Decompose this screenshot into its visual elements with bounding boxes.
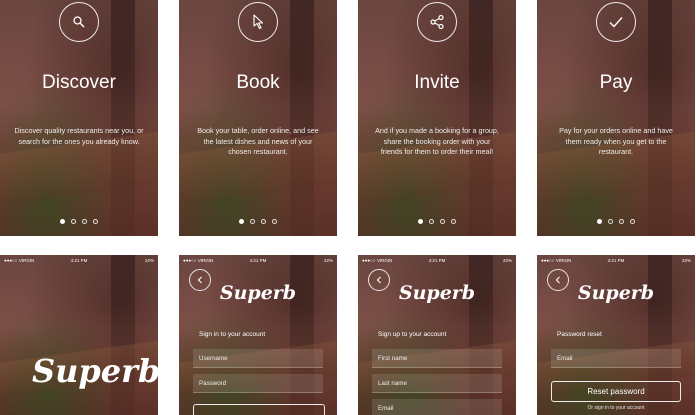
cursor-icon <box>238 2 278 42</box>
page-dot[interactable] <box>429 219 434 224</box>
check-icon <box>596 2 636 42</box>
feature-title: Pay <box>599 72 633 93</box>
username-field[interactable] <box>193 349 323 368</box>
clock-label: 4:21 PM <box>249 258 267 263</box>
signin-screen: ●●●○○ VIRGIN 4:21 PM 22% Superb Sign in … <box>179 255 337 415</box>
app-logo: Superb <box>398 282 476 304</box>
onboarding-pay-screen: Pay Pay for your orders online and have … <box>537 0 695 236</box>
splash-screen: ●●●○○ VIRGIN 4:21 PM 22% Superb <box>0 255 158 415</box>
signup-screen: ●●●○○ VIRGIN 4:21 PM 22% Superb Sign up … <box>358 255 516 415</box>
app-logo: Superb <box>577 282 655 304</box>
feature-description: Discover quality restaurants near you, o… <box>14 126 144 146</box>
status-bar: ●●●○○ VIRGIN 4:21 PM 22% <box>358 255 516 265</box>
page-indicator[interactable] <box>358 219 516 224</box>
sign-in-button[interactable] <box>193 404 325 415</box>
page-dot[interactable] <box>608 219 613 224</box>
page-dot[interactable] <box>451 219 456 224</box>
form-heading: Sign up to your account <box>378 331 447 338</box>
onboarding-book-screen: Book Book your table, order online, and … <box>179 0 337 236</box>
reset-password-button[interactable]: Reset password <box>551 381 681 402</box>
status-bar: ●●●○○ VIRGIN 4:21 PM 22% <box>537 255 695 265</box>
first-name-field[interactable] <box>372 349 502 368</box>
password-reset-screen: ●●●○○ VIRGIN 4:21 PM 22% Superb Password… <box>537 255 695 415</box>
last-name-field[interactable] <box>372 374 502 393</box>
page-dot[interactable] <box>261 219 266 224</box>
clock-label: 4:21 PM <box>428 258 446 263</box>
onboarding-discover-screen: Discover Discover quality restaurants ne… <box>0 0 158 236</box>
status-bar: ●●●○○ VIRGIN 4:21 PM 22% <box>0 255 158 265</box>
share-icon <box>417 2 457 42</box>
status-bar: ●●●○○ VIRGIN 4:21 PM 22% <box>179 255 337 265</box>
feature-description: And if you made a booking for a group, s… <box>375 126 499 156</box>
search-icon <box>59 2 99 42</box>
feature-title: Book <box>236 72 280 93</box>
feature-title: Invite <box>414 72 460 93</box>
page-indicator[interactable] <box>0 219 158 224</box>
feature-title: Discover <box>42 72 116 93</box>
form-heading: Sign in to your account <box>199 331 266 338</box>
page-dot[interactable] <box>440 219 445 224</box>
battery-label: 22% <box>323 258 333 263</box>
email-field[interactable] <box>551 349 681 368</box>
clock-label: 4:21 PM <box>70 258 88 263</box>
sign-in-link[interactable]: Or sign in to your account <box>537 405 695 411</box>
battery-label: 22% <box>681 258 691 263</box>
page-dot[interactable] <box>82 219 87 224</box>
battery-label: 22% <box>502 258 512 263</box>
onboarding-invite-screen: Invite And if you made a booking for a g… <box>358 0 516 236</box>
page-dot[interactable] <box>619 219 624 224</box>
clock-label: 4:21 PM <box>607 258 625 263</box>
page-dot[interactable] <box>60 219 65 224</box>
page-dot[interactable] <box>250 219 255 224</box>
page-dot[interactable] <box>71 219 76 224</box>
page-dot[interactable] <box>418 219 423 224</box>
page-dot[interactable] <box>239 219 244 224</box>
battery-label: 22% <box>144 258 154 263</box>
page-dot[interactable] <box>93 219 98 224</box>
form-heading: Password reset <box>557 331 602 338</box>
feature-description: Book your table, order online, and see t… <box>197 126 319 156</box>
page-dot[interactable] <box>630 219 635 224</box>
email-field[interactable] <box>372 399 502 415</box>
app-logo: Superb <box>32 352 158 390</box>
app-logo: Superb <box>219 282 297 304</box>
page-dot[interactable] <box>597 219 602 224</box>
page-indicator[interactable] <box>179 219 337 224</box>
page-dot[interactable] <box>272 219 277 224</box>
feature-description: Pay for your orders online and have them… <box>559 126 673 156</box>
password-field[interactable] <box>193 374 323 393</box>
page-indicator[interactable] <box>537 219 695 224</box>
